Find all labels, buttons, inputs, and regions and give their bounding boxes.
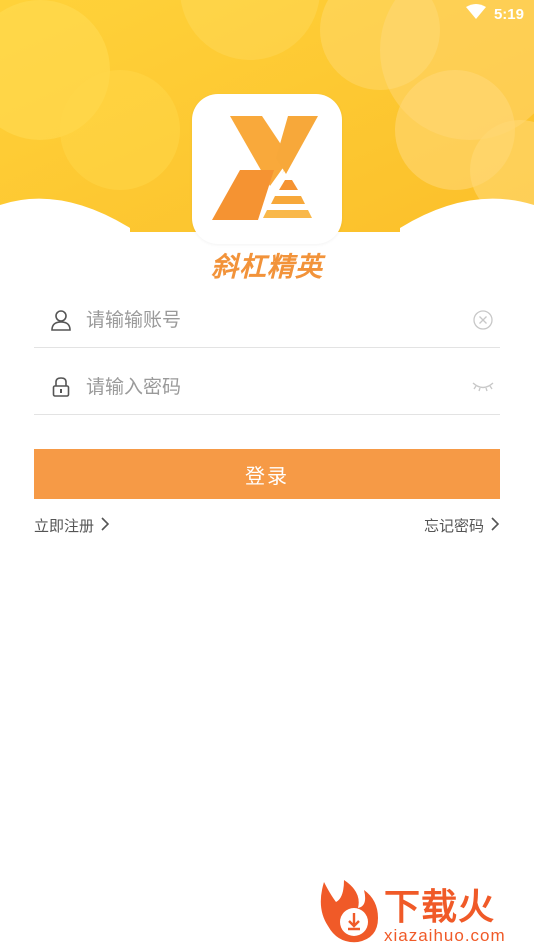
- forgot-label: 忘记密码: [423, 517, 484, 535]
- wifi-icon: [465, 4, 486, 24]
- app-logo: [192, 94, 342, 244]
- eye-closed-icon[interactable]: [466, 380, 500, 394]
- chevron-right-icon: [100, 516, 110, 535]
- x-logo-icon: [212, 116, 318, 220]
- login-button[interactable]: 登录: [34, 449, 500, 499]
- watermark: 下载火 xiazaihuo.com: [314, 878, 534, 949]
- status-bar: 5:19: [465, 4, 524, 24]
- flame-logo-icon: [320, 880, 378, 943]
- register-link[interactable]: 立即注册: [34, 515, 110, 536]
- watermark-url: xiazaihuo.com: [384, 926, 506, 945]
- forgot-password-link[interactable]: 忘记密码: [424, 515, 500, 536]
- watermark-title: 下载火: [384, 887, 496, 928]
- password-field: [34, 359, 500, 415]
- register-label: 立即注册: [34, 517, 95, 535]
- password-input[interactable]: [86, 366, 466, 407]
- status-time: 5:19: [493, 5, 524, 23]
- account-field: [34, 292, 500, 348]
- clear-icon[interactable]: [466, 309, 500, 330]
- app-name: 斜杠精英: [211, 252, 323, 283]
- chevron-right-icon: [490, 516, 500, 535]
- account-input[interactable]: [86, 299, 466, 340]
- lock-icon: [34, 376, 86, 398]
- user-icon: [34, 309, 86, 331]
